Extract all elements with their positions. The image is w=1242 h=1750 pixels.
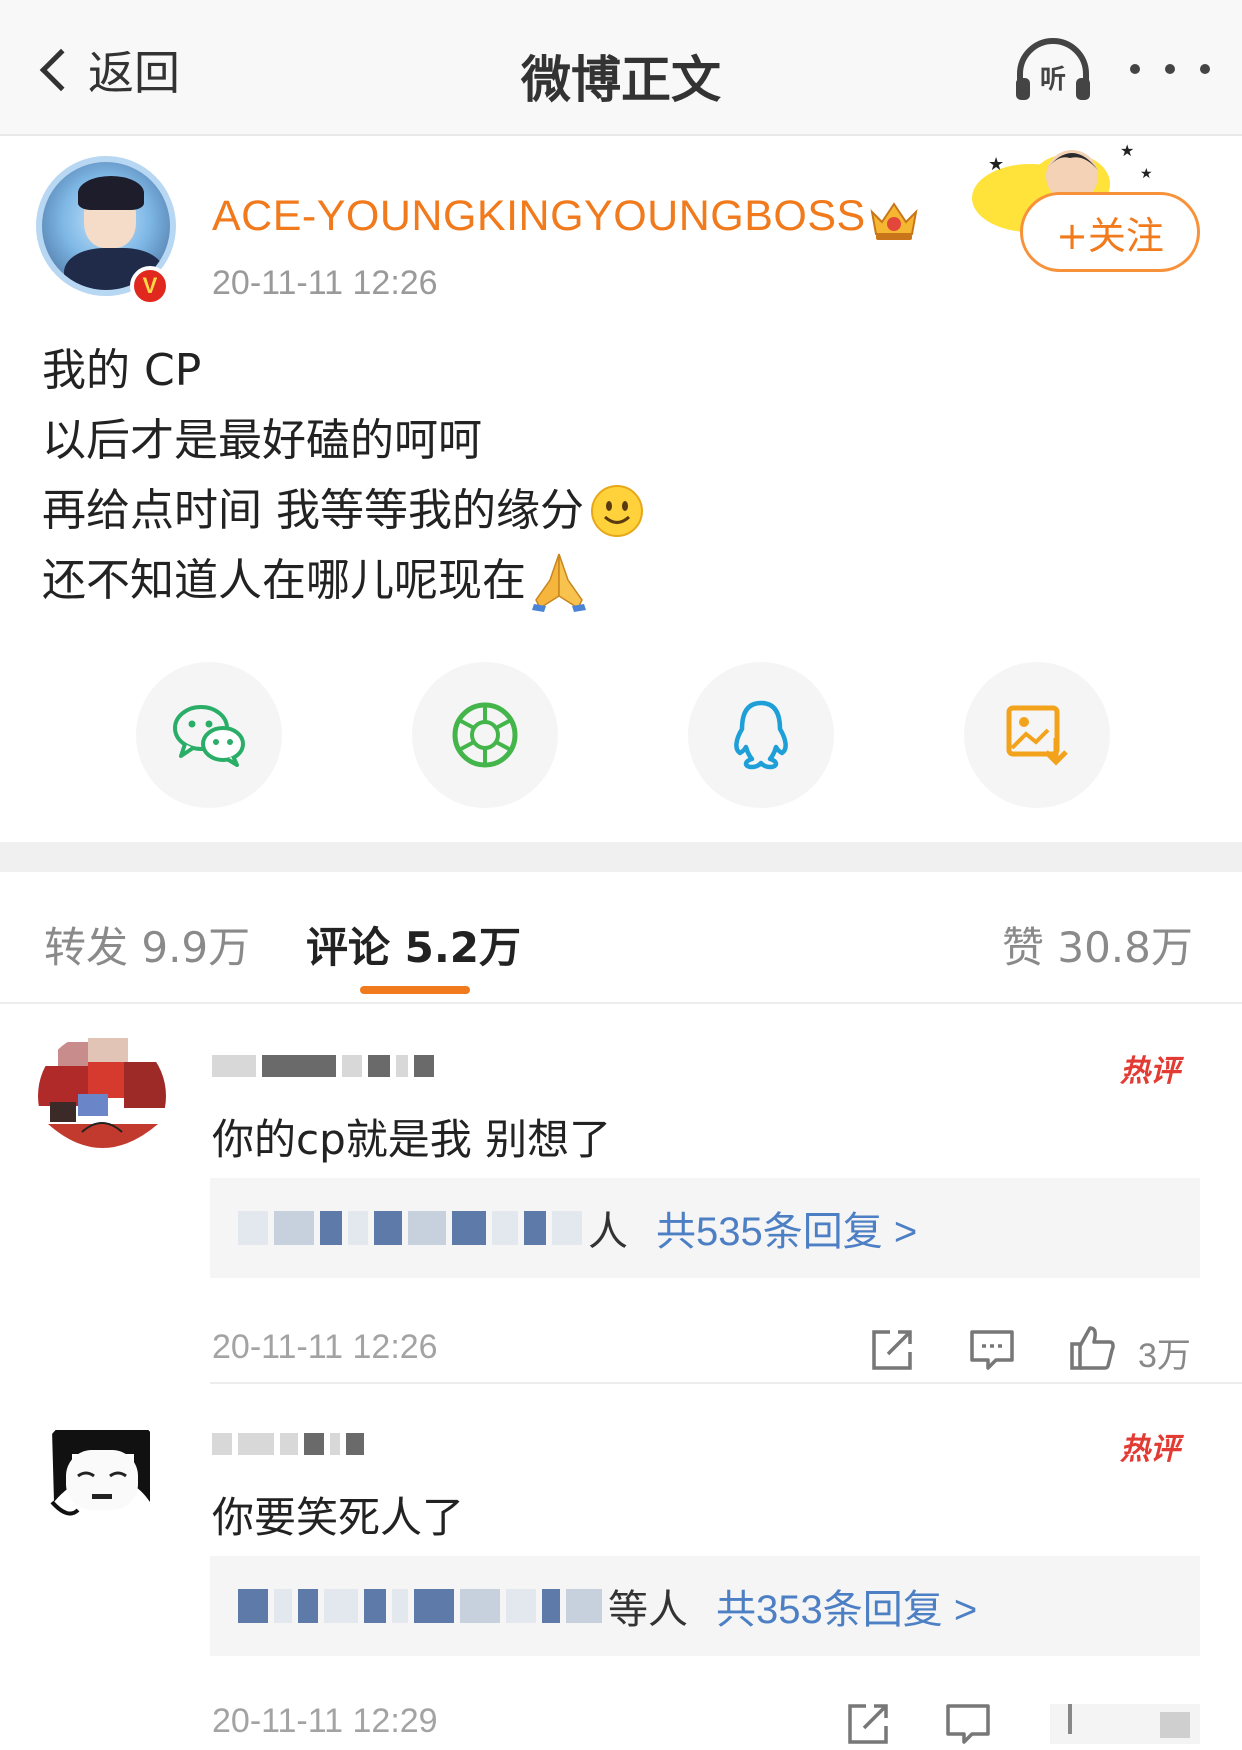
share-qq-button[interactable] bbox=[688, 662, 834, 808]
qq-icon bbox=[734, 700, 788, 770]
crown-member-icon bbox=[870, 202, 918, 240]
share-row bbox=[0, 662, 1242, 808]
more-dot-icon bbox=[1200, 64, 1210, 74]
svg-text:★: ★ bbox=[1140, 166, 1153, 182]
reply-summary-box[interactable]: 等人 共353条回复 > bbox=[210, 1556, 1200, 1656]
post-line-text: 再给点时间 我等等我的缘分 bbox=[42, 485, 584, 536]
reply-count-link[interactable]: 共535条回复 > bbox=[656, 1199, 917, 1257]
tab-repost[interactable]: 转发 9.9万 bbox=[44, 914, 250, 975]
commenter-name-redacted[interactable] bbox=[212, 1424, 364, 1464]
follow-button[interactable]: +关注 bbox=[1020, 192, 1200, 272]
reply-suffix-text: 等人 bbox=[608, 1587, 688, 1633]
comment-timestamp: 20-11-11 12:26 bbox=[212, 1328, 438, 1366]
post-body: 我的 CP 以后才是最好磕的呵呵 再给点时间 我等等我的缘分 还不知道人在哪儿呢… bbox=[42, 336, 1202, 616]
interaction-tabs: 转发 9.9万 评论 5.2万 赞 30.8万 bbox=[0, 872, 1242, 1004]
author-username[interactable]: ACE-YOUNGKINGYOUNGBOSS bbox=[212, 192, 866, 241]
reply-suffix-text: 人 bbox=[588, 1209, 628, 1255]
post-line: 再给点时间 我等等我的缘分 bbox=[42, 476, 1202, 546]
commenter-name-redacted[interactable] bbox=[212, 1046, 434, 1086]
tab-likes[interactable]: 赞 30.8万 bbox=[1002, 914, 1193, 975]
share-wechat-button[interactable] bbox=[136, 662, 282, 808]
comment-text: 你的cp就是我 别想了 bbox=[212, 1115, 612, 1164]
commenter-avatar[interactable] bbox=[38, 1032, 166, 1160]
more-dot-icon bbox=[1165, 64, 1175, 74]
replier-names-redacted bbox=[238, 1586, 602, 1626]
reply-count-link[interactable]: 共353条回复 > bbox=[716, 1577, 977, 1635]
active-tab-indicator bbox=[360, 986, 470, 994]
listen-headphones-icon[interactable]: 听 bbox=[1012, 34, 1094, 104]
post-line-text: 还不知道人在哪儿呢现在 bbox=[42, 555, 526, 606]
post-line-text: 以后才是最好磕的呵呵 bbox=[42, 415, 482, 466]
like-count: 3万 bbox=[1138, 1337, 1191, 1375]
post-line-text: 我的 CP bbox=[42, 345, 202, 396]
more-options-button[interactable] bbox=[1130, 44, 1210, 94]
hot-comment-badge: 热评 bbox=[1120, 1432, 1180, 1467]
back-button[interactable]: 返回 bbox=[36, 38, 180, 102]
post-line: 还不知道人在哪儿呢现在 bbox=[42, 546, 1202, 616]
comment-divider bbox=[210, 1382, 1242, 1384]
tab-comments[interactable]: 评论 5.2万 bbox=[306, 914, 521, 975]
listen-label: 听 bbox=[1040, 65, 1066, 95]
post-header: V ACE-YOUNGKINGYOUNGBOSS 20-11-11 12:26 … bbox=[0, 136, 1242, 316]
more-dot-icon bbox=[1130, 64, 1140, 74]
verified-v-badge-icon: V bbox=[130, 266, 170, 306]
comment-bubble-icon[interactable] bbox=[944, 1700, 992, 1748]
share-save-image-button[interactable] bbox=[964, 662, 1110, 808]
reply-summary-box[interactable]: 人 共535条回复 > bbox=[210, 1178, 1200, 1278]
wechat-icon bbox=[173, 705, 245, 767]
folded-hands-emoji-icon bbox=[532, 553, 586, 612]
hot-comment-badge: 热评 bbox=[1120, 1054, 1180, 1089]
share-moments-button[interactable] bbox=[412, 662, 558, 808]
section-separator bbox=[0, 842, 1242, 872]
commenter-avatar[interactable] bbox=[38, 1410, 166, 1538]
comment-text: 你要笑死人了 bbox=[212, 1493, 465, 1542]
back-label: 返回 bbox=[88, 46, 180, 100]
moments-icon bbox=[452, 702, 518, 768]
svg-text:★: ★ bbox=[1120, 141, 1134, 160]
repost-icon[interactable] bbox=[868, 1326, 916, 1374]
repost-icon[interactable] bbox=[844, 1700, 892, 1748]
post-line: 我的 CP bbox=[42, 336, 1202, 406]
replier-names-redacted bbox=[238, 1208, 582, 1248]
top-navbar: 返回 微博正文 听 bbox=[0, 0, 1242, 136]
comment-bubble-icon[interactable] bbox=[968, 1326, 1016, 1374]
save-image-icon bbox=[1006, 705, 1068, 766]
comment-timestamp: 20-11-11 12:29 bbox=[212, 1702, 438, 1740]
svg-text:★: ★ bbox=[988, 154, 1004, 175]
chevron-left-icon bbox=[39, 48, 83, 92]
post-line: 以后才是最好磕的呵呵 bbox=[42, 406, 1202, 476]
post-timestamp: 20-11-11 12:26 bbox=[212, 264, 438, 302]
like-area-redacted-icon[interactable] bbox=[1050, 1694, 1200, 1750]
like-thumb-icon[interactable] bbox=[1068, 1324, 1116, 1372]
smile-emoji-icon bbox=[591, 485, 643, 537]
